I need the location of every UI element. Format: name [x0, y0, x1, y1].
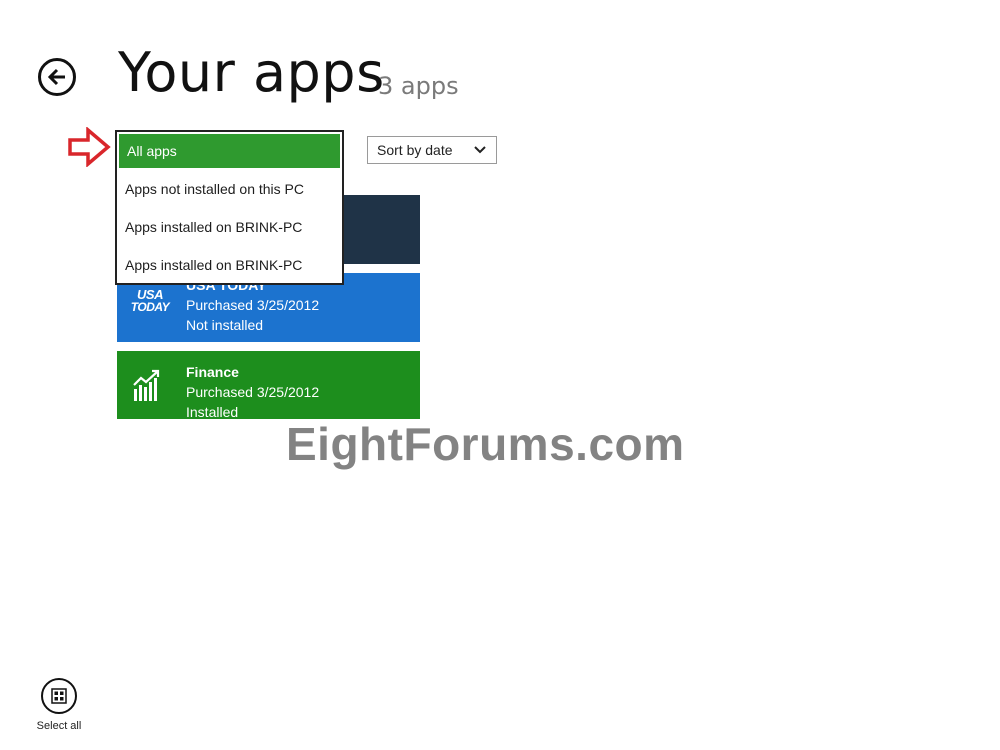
select-all-icon [51, 688, 67, 704]
app-purchase-date: Purchased 3/25/2012 [186, 297, 320, 313]
red-arrow-icon [68, 127, 111, 167]
filter-option-installed-brink-pc[interactable]: Apps installed on BRINK-PC [117, 208, 342, 246]
app-purchase-date: Purchased 3/25/2012 [186, 384, 320, 400]
filter-option-installed-brink-pc-2[interactable]: Apps installed on BRINK-PC [117, 246, 342, 284]
app-tile-finance[interactable]: Finance Purchased 3/25/2012 Installed [117, 351, 420, 420]
page-title: Your apps [118, 41, 385, 104]
filter-option-not-installed[interactable]: Apps not installed on this PC [117, 170, 342, 208]
sort-dropdown-value: Sort by date [377, 142, 453, 158]
usa-logo-line2: TODAY [130, 300, 170, 314]
app-count: 3 apps [378, 72, 459, 100]
finance-chart-icon [127, 367, 175, 407]
filter-dropdown-menu[interactable]: All apps Apps not installed on this PC A… [115, 130, 344, 285]
sort-dropdown[interactable]: Sort by date [367, 136, 497, 164]
filter-option-all-apps[interactable]: All apps [117, 132, 342, 170]
back-arrow-icon [47, 68, 65, 86]
app-install-status: Not installed [186, 317, 264, 333]
select-all-circle [41, 678, 77, 714]
select-all-label: Select all [36, 720, 82, 732]
select-all-button[interactable]: Select all [33, 678, 85, 732]
usa-today-logo-icon: USA TODAY [127, 288, 175, 329]
app-name: Finance [186, 364, 239, 380]
watermark-text: EightForums.com [286, 418, 685, 470]
back-button[interactable] [38, 58, 76, 96]
chevron-down-icon [474, 146, 486, 154]
